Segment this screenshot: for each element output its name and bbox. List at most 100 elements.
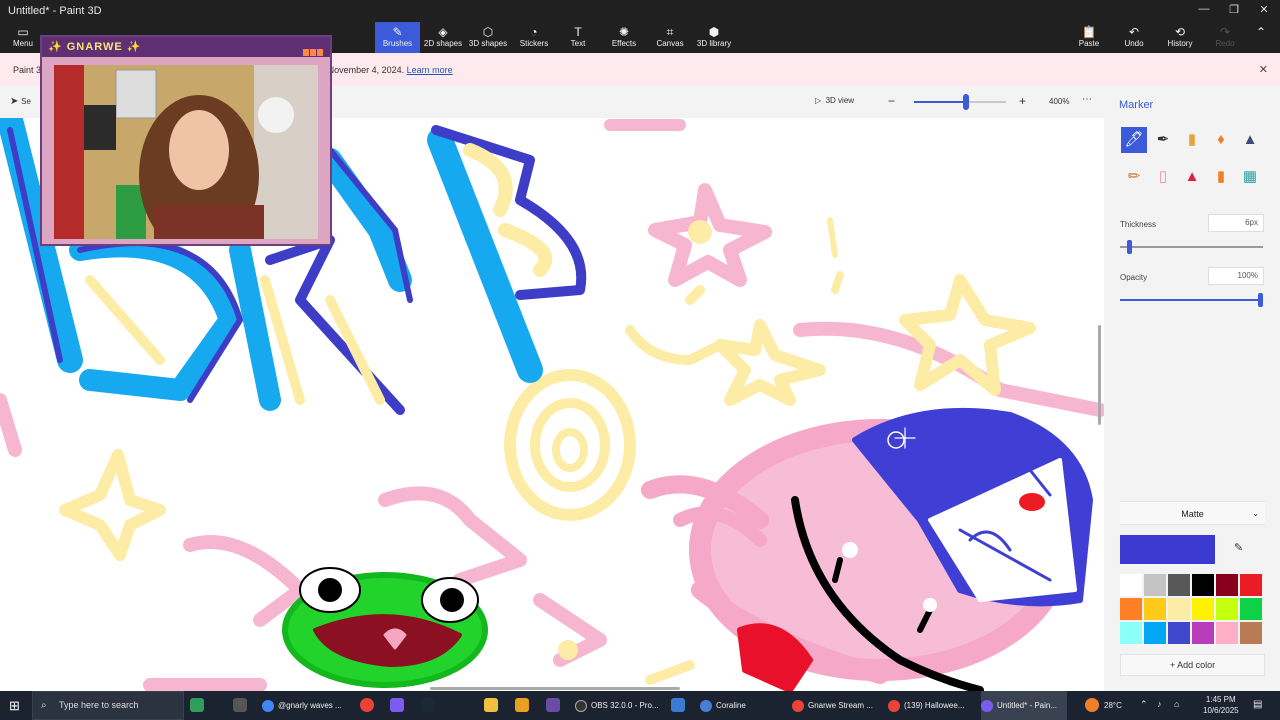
- color-swatch[interactable]: [1240, 574, 1262, 596]
- thickness-slider-thumb[interactable]: [1127, 240, 1132, 254]
- menu-button[interactable]: ▭ Menu: [6, 22, 40, 53]
- minimize-button[interactable]: —: [1192, 3, 1216, 19]
- tab-2d-shapes[interactable]: ◈ 2D shapes: [422, 22, 464, 53]
- select-tool[interactable]: ➤ Se: [10, 96, 31, 107]
- search-box[interactable]: ⌕ Type here to search: [32, 691, 184, 720]
- canvas-horizontal-scrollbar[interactable]: [430, 687, 680, 690]
- more-options-icon[interactable]: ⋯: [1082, 94, 1092, 105]
- canvas-vertical-scrollbar[interactable]: [1098, 325, 1101, 425]
- steam-icon[interactable]: [421, 698, 435, 712]
- current-color-swatch[interactable]: [1120, 535, 1215, 564]
- color-swatch[interactable]: [1192, 574, 1214, 596]
- history-icon: ⟲: [1174, 25, 1186, 39]
- volume-icon[interactable]: ♪: [1157, 699, 1162, 709]
- weather-icon[interactable]: [1085, 698, 1099, 712]
- color-swatch[interactable]: [1216, 622, 1238, 644]
- close-button[interactable]: ✕: [1252, 3, 1276, 19]
- app-icon[interactable]: [515, 698, 529, 712]
- learn-more-link[interactable]: Learn more: [407, 65, 453, 75]
- color-swatch[interactable]: [1144, 622, 1166, 644]
- taskbar-app-chrome-1[interactable]: @gnarly waves ...: [262, 691, 350, 720]
- effects-icon: ✺: [618, 25, 630, 39]
- discord-icon[interactable]: [390, 698, 404, 712]
- color-swatch[interactable]: [1216, 574, 1238, 596]
- zoom-out-button[interactable]: −: [888, 94, 895, 108]
- crayon-icon[interactable]: ▲: [1179, 164, 1205, 190]
- undo-button[interactable]: ↶ Undo: [1118, 22, 1150, 53]
- opacity-label: Opacity: [1120, 273, 1148, 282]
- windows-start-icon[interactable]: ⊞: [9, 698, 20, 714]
- eyedropper-icon[interactable]: ✎: [1234, 541, 1243, 554]
- color-swatch[interactable]: [1216, 598, 1238, 620]
- redo-button[interactable]: ↷ Redo: [1210, 22, 1240, 53]
- color-swatch[interactable]: [1192, 622, 1214, 644]
- chrome-icon[interactable]: [360, 698, 374, 712]
- notifications-icon[interactable]: ▤: [1253, 699, 1262, 710]
- title-bar: Untitled* - Paint 3D — ❐ ✕: [0, 0, 1280, 22]
- tab-effects[interactable]: ✺ Effects: [606, 22, 642, 53]
- pixel-pen-icon[interactable]: ▲: [1237, 127, 1263, 153]
- file-explorer-icon[interactable]: [484, 698, 498, 712]
- color-swatch[interactable]: [1120, 622, 1142, 644]
- oil-brush-icon[interactable]: ▮: [1179, 127, 1205, 153]
- collapse-toolbar-button[interactable]: ⌃: [1254, 22, 1268, 53]
- color-swatch[interactable]: [1192, 598, 1214, 620]
- tray-chevron-icon[interactable]: ⌃: [1140, 699, 1148, 710]
- app-icon[interactable]: [671, 698, 685, 712]
- tab-3d-shapes[interactable]: ⬡ 3D shapes: [466, 22, 510, 53]
- color-swatch[interactable]: [1144, 598, 1166, 620]
- opacity-field[interactable]: 100%: [1208, 267, 1264, 285]
- color-swatch[interactable]: [1120, 598, 1142, 620]
- opacity-slider-thumb[interactable]: [1258, 293, 1263, 307]
- add-color-button[interactable]: + Add color: [1120, 654, 1265, 676]
- color-swatch[interactable]: [1144, 574, 1166, 596]
- clock[interactable]: 1:45 PM 10/6/2025: [1203, 694, 1239, 716]
- taskbar-app-obs[interactable]: OBS 32.0.0 - Pro...: [575, 691, 665, 720]
- thickness-field[interactable]: 6px: [1208, 214, 1264, 232]
- webcam-title: ✨ GNARWE ✨: [42, 37, 330, 57]
- 3d-view-toggle[interactable]: ▷ 3D view: [815, 96, 854, 105]
- color-swatch[interactable]: [1240, 622, 1262, 644]
- color-swatch[interactable]: [1168, 622, 1190, 644]
- close-icon[interactable]: ✕: [1259, 63, 1268, 76]
- finish-dropdown[interactable]: Matte ⌄: [1120, 501, 1265, 525]
- calligraphy-pen-icon[interactable]: ✒: [1150, 127, 1176, 153]
- tab-canvas[interactable]: ⌗ Canvas: [652, 22, 688, 53]
- paste-icon: 📋: [1081, 25, 1097, 39]
- tab-stickers[interactable]: ◔ Stickers: [514, 22, 554, 53]
- zoom-slider-thumb[interactable]: [963, 94, 969, 110]
- opacity-slider[interactable]: [1120, 299, 1263, 301]
- webcam-image: [54, 65, 318, 239]
- watercolor-icon[interactable]: ♦: [1208, 127, 1234, 153]
- webcam-overlay: ✨ GNARWE ✨: [40, 35, 332, 246]
- taskbar-app-coraline[interactable]: Coraline: [700, 691, 786, 720]
- marker-icon[interactable]: 🖊: [1121, 127, 1147, 153]
- network-icon[interactable]: ⌂: [1174, 699, 1179, 709]
- zoom-value: 400%: [1049, 97, 1070, 106]
- taskbar-app-paint3d[interactable]: Untitled* - Pain...: [981, 691, 1067, 720]
- brush-icon: ✎: [392, 25, 403, 39]
- tab-brushes[interactable]: ✎ Brushes: [375, 22, 420, 53]
- paste-button[interactable]: 📋 Paste: [1074, 22, 1104, 53]
- cortana-icon[interactable]: [190, 698, 204, 712]
- color-swatch[interactable]: [1168, 598, 1190, 620]
- maximize-button[interactable]: ❐: [1222, 3, 1246, 19]
- cursor-icon: ➤: [10, 96, 19, 107]
- taskbar-app-halloween[interactable]: (139) Hallowee...: [888, 691, 978, 720]
- tab-text[interactable]: T Text: [562, 22, 594, 53]
- color-swatch[interactable]: [1120, 574, 1142, 596]
- taskbar-app-gnarwe-stream[interactable]: Gnarwe Stream ...: [792, 691, 884, 720]
- twitch-icon[interactable]: [546, 698, 560, 712]
- color-swatch[interactable]: [1240, 598, 1262, 620]
- zoom-in-button[interactable]: +: [1019, 94, 1026, 108]
- fill-icon[interactable]: ▦: [1237, 164, 1263, 190]
- task-view-icon[interactable]: [233, 698, 247, 712]
- thickness-slider[interactable]: [1120, 246, 1263, 248]
- plus-icon: +: [1169, 660, 1176, 670]
- tab-3d-library[interactable]: ⬢ 3D library: [694, 22, 734, 53]
- pencil-icon[interactable]: ✏: [1121, 164, 1147, 190]
- color-swatch[interactable]: [1168, 574, 1190, 596]
- history-button[interactable]: ⟲ History: [1163, 22, 1197, 53]
- spray-can-icon[interactable]: ▮: [1208, 164, 1234, 190]
- eraser-icon[interactable]: ▯: [1150, 164, 1176, 190]
